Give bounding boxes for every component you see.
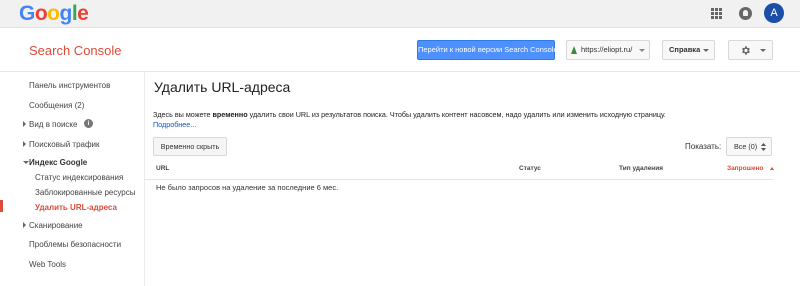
- new-version-button[interactable]: Перейти к новой версии Search Console: [417, 40, 558, 60]
- description-text: удалить свои URL из результатов поиска. …: [247, 110, 666, 119]
- site-selector-label: https://eliopt.ru/: [581, 45, 633, 54]
- logo-letter: G: [19, 2, 35, 25]
- description-emphasis: временно: [212, 110, 248, 119]
- column-header-url[interactable]: URL: [156, 165, 169, 172]
- sidebar-item-web-tools[interactable]: Web Tools: [29, 260, 66, 269]
- avatar[interactable]: A: [764, 3, 784, 23]
- product-title[interactable]: Search Console: [29, 43, 122, 58]
- show-filter-value: Все (0): [734, 142, 758, 151]
- settings-button[interactable]: [728, 40, 773, 60]
- show-filter-select[interactable]: Все (0): [726, 137, 772, 156]
- column-header-removal-type[interactable]: Тип удаления: [619, 165, 663, 172]
- table-empty-message: Не было запросов на удаление за последни…: [156, 183, 339, 192]
- help-button-label: Справка: [669, 45, 701, 54]
- logo-letter: g: [59, 2, 73, 25]
- expand-arrow-icon[interactable]: [23, 222, 26, 228]
- chevron-down-icon: [639, 49, 645, 52]
- sidebar-item-index-status[interactable]: Статус индексирования: [35, 173, 123, 182]
- logo-letter: o: [47, 2, 60, 25]
- product-toolbar: Search Console Перейти к новой версии Se…: [0, 28, 800, 72]
- learn-more-link[interactable]: Подробнее...: [153, 120, 196, 129]
- sort-updown-icon: [761, 143, 766, 151]
- bell-icon[interactable]: [739, 7, 752, 20]
- description-text: Здесь вы можете: [153, 110, 213, 119]
- active-indicator: [0, 200, 3, 212]
- sidebar-item-crawl[interactable]: Сканирование: [29, 221, 83, 230]
- temporarily-hide-button[interactable]: Временно скрыть: [153, 137, 227, 156]
- info-icon[interactable]: i: [84, 119, 93, 128]
- page-description: Здесь вы можете временно удалить свои UR…: [153, 110, 666, 119]
- sidebar-item-messages[interactable]: Сообщения (2): [29, 101, 84, 110]
- gear-icon: [742, 46, 750, 55]
- sidebar-item-dashboard[interactable]: Панель инструментов: [29, 81, 110, 90]
- sidebar-item-blocked-resources[interactable]: Заблокированные ресурсы: [35, 188, 135, 197]
- sidebar-item-security-issues[interactable]: Проблемы безопасности: [29, 240, 121, 249]
- expand-arrow-icon[interactable]: [23, 121, 26, 127]
- expand-arrow-icon[interactable]: [23, 141, 26, 147]
- sidebar-item-search-traffic[interactable]: Поисковый трафик: [29, 140, 100, 149]
- help-button[interactable]: Справка: [662, 40, 715, 60]
- sidebar-item-remove-urls[interactable]: Удалить URL-адреса: [35, 203, 117, 212]
- table-divider: [145, 179, 773, 180]
- google-logo[interactable]: Google: [19, 2, 89, 26]
- site-tree-icon: [571, 46, 577, 54]
- column-header-requested[interactable]: Запрошено: [727, 165, 763, 172]
- site-selector[interactable]: https://eliopt.ru/: [566, 40, 650, 60]
- sort-ascending-icon[interactable]: [770, 167, 774, 170]
- logo-letter: e: [77, 2, 89, 25]
- sidebar-item-google-index[interactable]: Индекс Google: [29, 158, 87, 167]
- main-content: Удалить URL-адреса Здесь вы можете време…: [145, 72, 800, 286]
- chevron-down-icon: [703, 49, 709, 52]
- sidebar-item-search-appearance[interactable]: Вид в поиске: [29, 120, 77, 129]
- logo-letter: o: [34, 2, 48, 25]
- column-header-status[interactable]: Статус: [519, 165, 541, 172]
- top-bar: Google A: [0, 0, 800, 28]
- show-filter-label: Показать:: [685, 142, 722, 151]
- apps-grid-icon[interactable]: [711, 8, 722, 19]
- page-title: Удалить URL-адреса: [154, 79, 291, 95]
- chevron-down-icon: [760, 49, 766, 52]
